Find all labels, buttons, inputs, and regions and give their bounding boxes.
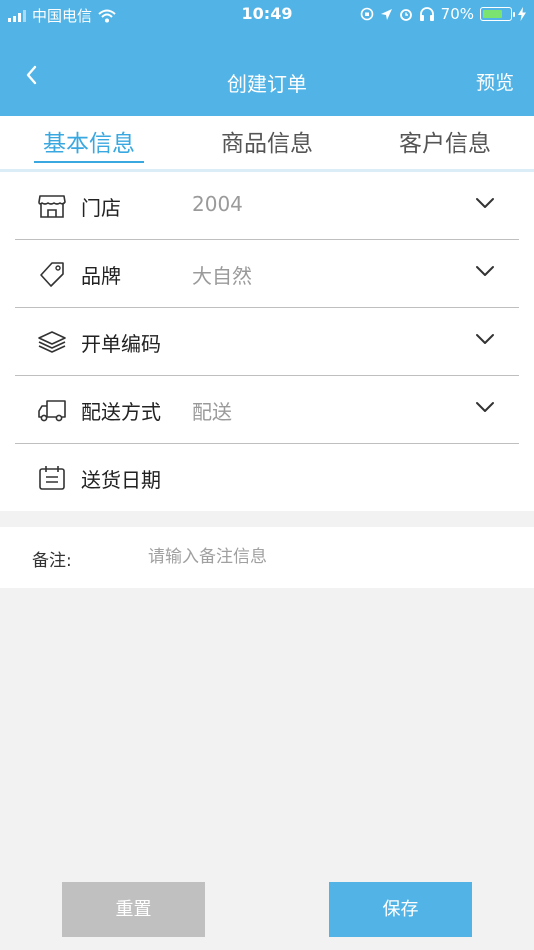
battery-icon — [480, 7, 515, 21]
order-form: 门店 2004 品牌 大自然 开单编码 配送方式 配送 送货日期 — [0, 172, 534, 511]
chevron-down-icon[interactable] — [475, 400, 495, 414]
remark-label: 备注: — [32, 551, 72, 571]
status-bar: 中国电信 10:49 70% — [0, 0, 534, 30]
delivery-method-label: 配送方式 — [81, 400, 161, 424]
alarm-icon — [399, 9, 412, 21]
rotation-lock-icon — [360, 7, 373, 21]
reset-button[interactable]: 重置 — [62, 882, 205, 937]
status-right: 70% — [360, 5, 526, 23]
tag-icon — [40, 262, 64, 287]
tab-customer-info[interactable]: 客户信息 — [356, 116, 534, 169]
remark-section: 备注: — [0, 527, 534, 588]
delivery-date-row[interactable]: 送货日期 — [15, 444, 519, 512]
delivery-method-value: 配送 — [192, 400, 232, 424]
tab-basic-info[interactable]: 基本信息 — [0, 116, 178, 169]
navbar: 创建订单 预览 — [0, 48, 534, 108]
store-icon — [38, 195, 66, 218]
chevron-down-icon[interactable] — [475, 196, 495, 210]
store-value: 2004 — [192, 192, 243, 216]
order-code-label: 开单编码 — [81, 332, 161, 356]
save-button[interactable]: 保存 — [329, 882, 472, 937]
chevron-down-icon[interactable] — [475, 264, 495, 278]
truck-icon — [38, 400, 66, 422]
headphones-icon — [419, 7, 434, 21]
brand-label: 品牌 — [81, 264, 121, 288]
brand-row[interactable]: 品牌 大自然 — [15, 240, 519, 308]
tab-bar: 基本信息 商品信息 客户信息 — [0, 116, 534, 172]
order-code-row[interactable]: 开单编码 — [15, 308, 519, 376]
delivery-date-label: 送货日期 — [81, 468, 161, 492]
chevron-down-icon[interactable] — [475, 332, 495, 346]
remark-input[interactable] — [148, 541, 508, 573]
tab-product-info[interactable]: 商品信息 — [178, 116, 356, 169]
preview-button[interactable]: 预览 — [476, 68, 514, 95]
store-label: 门店 — [81, 196, 121, 220]
layers-icon — [38, 331, 66, 353]
calendar-icon — [39, 466, 65, 490]
battery-percent: 70% — [440, 5, 474, 23]
store-row[interactable]: 门店 2004 — [15, 172, 519, 240]
location-icon — [380, 8, 392, 20]
brand-value: 大自然 — [192, 264, 252, 288]
app-header: 中国电信 10:49 70% 创建订单 预览 — [0, 0, 534, 116]
page-title: 创建订单 — [227, 72, 307, 96]
delivery-method-row[interactable]: 配送方式 配送 — [15, 376, 519, 444]
charging-icon — [518, 7, 526, 21]
